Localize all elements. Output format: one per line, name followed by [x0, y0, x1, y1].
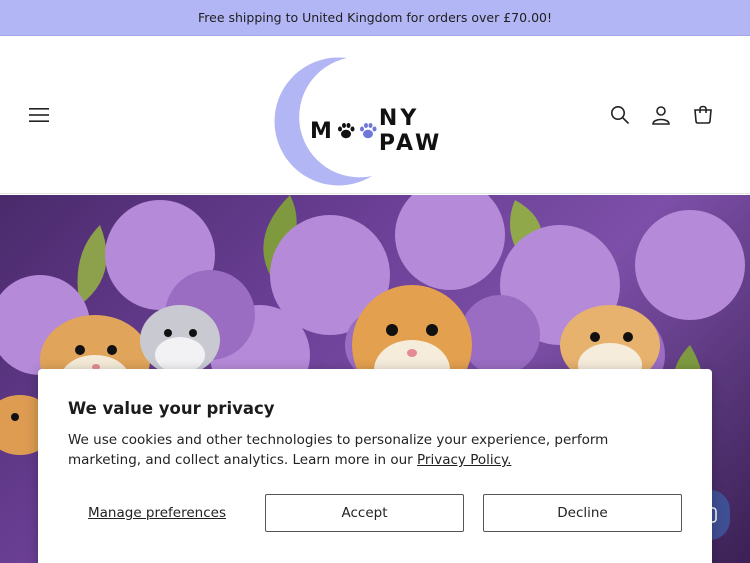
search-icon — [611, 106, 630, 125]
search-button[interactable] — [607, 102, 633, 128]
decline-button[interactable]: Decline — [483, 494, 682, 532]
brand-logo[interactable]: M NY PAW — [262, 48, 492, 188]
cookie-actions: Manage preferences Accept Decline — [68, 494, 683, 532]
cookie-title: We value your privacy — [68, 399, 275, 418]
accept-button[interactable]: Accept — [265, 494, 464, 532]
account-button[interactable] — [648, 102, 674, 128]
menu-button[interactable] — [26, 102, 52, 128]
cookie-consent-banner: We value your privacy We use cookies and… — [38, 369, 712, 563]
logo-wordmark: M NY PAW — [310, 106, 492, 156]
site-header: M NY PAW — [0, 36, 750, 194]
privacy-policy-link[interactable]: Privacy Policy. — [417, 452, 511, 468]
cart-icon — [694, 105, 712, 124]
manage-preferences-link[interactable]: Manage preferences — [68, 494, 246, 532]
announcement-bar: Free shipping to United Kingdom for orde… — [0, 0, 750, 36]
logo-letters-rest: NY PAW — [378, 106, 443, 156]
menu-icon — [29, 108, 49, 122]
cookie-body-text: We use cookies and other technologies to… — [68, 432, 609, 468]
cookie-description: We use cookies and other technologies to… — [68, 430, 682, 470]
cart-button[interactable] — [690, 102, 716, 128]
paw-icon-blue — [358, 121, 378, 141]
account-icon — [652, 106, 670, 125]
announcement-text: Free shipping to United Kingdom for orde… — [198, 10, 552, 25]
paw-icon — [336, 121, 356, 141]
logo-letter-m: M — [310, 118, 335, 144]
